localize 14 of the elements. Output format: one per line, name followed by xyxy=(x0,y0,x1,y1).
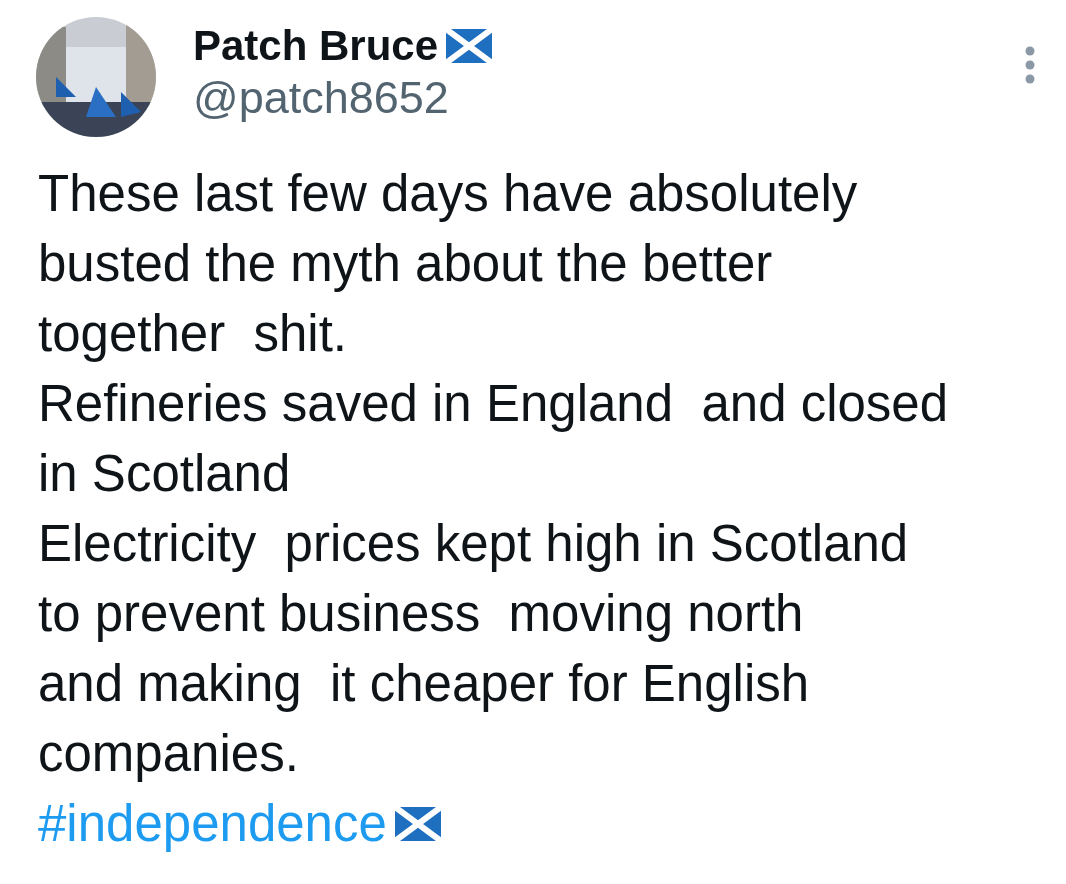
more-options-icon[interactable] xyxy=(1024,45,1036,85)
author-handle[interactable]: @patch8652 xyxy=(193,71,493,125)
saltire-flag-icon xyxy=(446,29,493,63)
tweet-text-line: Electricity prices kept high in Scotland xyxy=(38,514,910,574)
tweet-text-line: to prevent business moving north xyxy=(38,584,805,644)
tweet-text-line: These last few days have absolutely xyxy=(38,164,859,224)
tweet-text-line: Refineries saved in England and closed xyxy=(38,374,950,434)
tweet-text-line: and making it cheaper for English xyxy=(38,654,811,714)
tweet-text-line: in Scotland xyxy=(38,444,292,504)
tweet-text-line: companies. xyxy=(38,724,300,784)
tweet-text-line: together shit. xyxy=(38,304,348,364)
saltire-flag-icon xyxy=(394,807,441,841)
author-name[interactable]: Patch Bruce xyxy=(193,21,439,71)
tweet-text-line: busted the myth about the better xyxy=(38,234,774,294)
